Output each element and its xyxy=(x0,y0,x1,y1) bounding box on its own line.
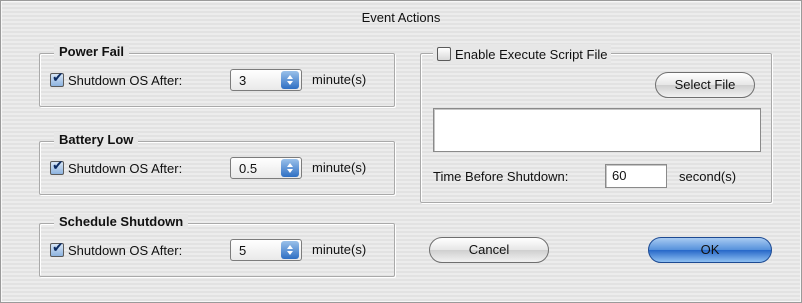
popup-arrows-icon xyxy=(281,71,299,89)
battery-low-minutes-popup[interactable]: 0.5 xyxy=(230,157,302,179)
power-fail-shutdown-checkbox[interactable] xyxy=(50,70,64,87)
battery-low-minutes-unit: minute(s) xyxy=(312,160,367,175)
script-group: Enable Execute Script File Select File T… xyxy=(420,44,772,203)
schedule-shutdown-label: Shutdown OS After: xyxy=(68,242,183,258)
time-before-shutdown-unit: second(s) xyxy=(679,169,737,184)
event-actions-window: Event Actions Power Fail Shutdown OS Aft… xyxy=(0,0,802,303)
window-title: Event Actions xyxy=(361,10,441,25)
schedule-shutdown-minutes-unit: minute(s) xyxy=(312,242,367,257)
cancel-button[interactable]: Cancel xyxy=(429,237,549,263)
enable-script-checkbox[interactable] xyxy=(437,47,451,61)
power-fail-shutdown-label: Shutdown OS After: xyxy=(68,72,183,88)
schedule-shutdown-checkbox[interactable] xyxy=(50,240,64,257)
power-fail-group: Power Fail Shutdown OS After: 3 minute(s… xyxy=(39,44,395,107)
battery-low-minutes-value: 0.5 xyxy=(239,160,258,176)
power-fail-legend: Power Fail xyxy=(54,44,130,59)
power-fail-minutes-unit: minute(s) xyxy=(312,72,367,87)
battery-low-legend: Battery Low xyxy=(54,132,139,147)
schedule-shutdown-checkbox-row[interactable]: Shutdown OS After: xyxy=(50,238,182,262)
power-fail-minutes-popup[interactable]: 3 xyxy=(230,69,302,91)
battery-low-shutdown-checkbox-row[interactable]: Shutdown OS After: xyxy=(50,156,182,180)
enable-script-label: Enable Execute Script File xyxy=(455,46,608,62)
battery-low-shutdown-label: Shutdown OS After: xyxy=(68,160,183,176)
time-before-shutdown-label: Time Before Shutdown: xyxy=(433,169,569,184)
ok-button[interactable]: OK xyxy=(648,237,772,263)
script-file-path-field[interactable] xyxy=(433,108,761,152)
schedule-shutdown-legend: Schedule Shutdown xyxy=(54,214,189,229)
schedule-shutdown-minutes-popup[interactable]: 5 xyxy=(230,239,302,261)
battery-low-group: Battery Low Shutdown OS After: 0.5 minut… xyxy=(39,132,395,195)
enable-script-checkbox-row[interactable]: Enable Execute Script File xyxy=(433,44,612,64)
popup-arrows-icon xyxy=(281,241,299,259)
popup-arrows-icon xyxy=(281,159,299,177)
schedule-shutdown-minutes-value: 5 xyxy=(239,242,247,258)
time-before-shutdown-input[interactable]: 60 xyxy=(605,164,667,188)
schedule-shutdown-group: Schedule Shutdown Shutdown OS After: 5 m… xyxy=(39,214,395,277)
power-fail-shutdown-checkbox-row[interactable]: Shutdown OS After: xyxy=(50,68,182,92)
power-fail-minutes-value: 3 xyxy=(239,72,247,88)
battery-low-shutdown-checkbox[interactable] xyxy=(50,158,64,175)
select-file-button[interactable]: Select File xyxy=(655,72,755,98)
